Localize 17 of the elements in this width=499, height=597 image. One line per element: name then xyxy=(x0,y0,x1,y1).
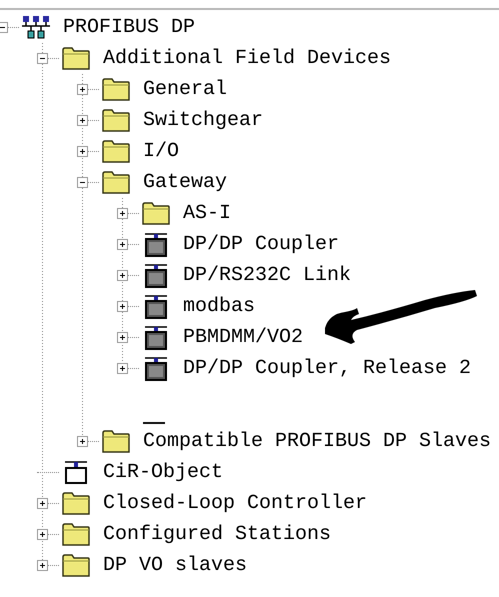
tree-item[interactable]: DP/DP Coupler, Release 2 xyxy=(183,357,472,380)
tree-item[interactable]: Additional Field Devices xyxy=(103,47,392,70)
tree-item[interactable]: AS-I xyxy=(183,202,232,225)
tree-item[interactable]: Switchgear xyxy=(143,109,264,132)
tree-item[interactable]: PROFIBUS DP xyxy=(63,16,196,39)
tree-item[interactable]: CiR-Object xyxy=(103,461,224,484)
tree-item[interactable]: I/O xyxy=(143,140,180,163)
tree-item[interactable]: modbas xyxy=(183,295,256,318)
tree-item[interactable]: Compatible PROFIBUS DP Slaves xyxy=(143,430,492,453)
tree-item[interactable]: General xyxy=(143,78,228,101)
tree-item[interactable]: DP/RS232C Link xyxy=(183,264,352,287)
tree-item[interactable]: DP/DP Coupler xyxy=(183,233,340,256)
tree-item[interactable]: Closed-Loop Controller xyxy=(103,492,368,515)
tree-item[interactable]: Gateway xyxy=(143,171,228,194)
tree-item[interactable]: DP VO slaves xyxy=(103,554,248,577)
tree-item[interactable]: Configured Stations xyxy=(103,523,332,546)
tree-item[interactable]: PBMDMM/VO2 xyxy=(183,326,304,349)
